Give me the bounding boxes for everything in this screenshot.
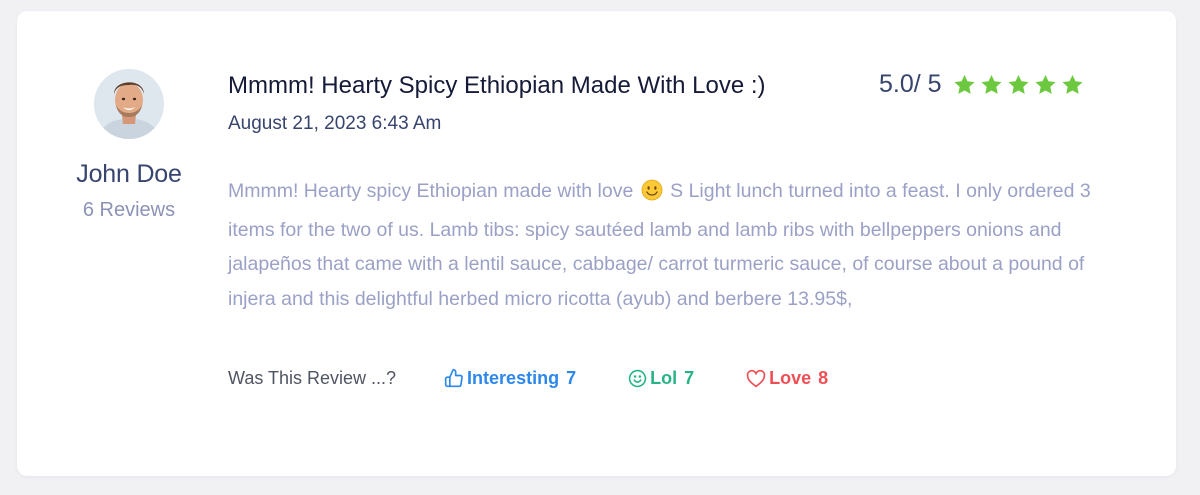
smile-icon <box>628 369 647 387</box>
user-avatar-icon <box>94 69 164 139</box>
review-body: Mmmm! Hearty spicy Ethiopian made with l… <box>228 174 1128 316</box>
smiling-face-emoji-icon <box>641 178 663 213</box>
interesting-count: 7 <box>566 367 577 388</box>
review-title: Mmmm! Hearty Spicy Ethiopian Made With L… <box>228 72 766 99</box>
love-button[interactable]: Love 8 <box>746 368 828 389</box>
review-feedback: Was This Review ...? Interesting 7 Lol 7… <box>228 365 828 391</box>
star-icon <box>1061 74 1084 96</box>
thumbs-up-icon <box>444 368 463 388</box>
lol-button[interactable]: Lol 7 <box>628 368 694 389</box>
review-card: John Doe 6 Reviews Mmmm! Hearty Spicy Et… <box>17 11 1176 476</box>
star-icon <box>1007 74 1030 96</box>
review-author: John Doe 6 Reviews <box>59 69 199 222</box>
star-icon <box>953 74 976 96</box>
review-body-text-start: Mmmm! Hearty spicy Ethiopian made with l… <box>228 180 634 202</box>
review-rating: 5.0/ 5 <box>879 70 1084 99</box>
author-review-count: 6 Reviews <box>82 199 176 221</box>
review-date: August 21, 2023 6:43 Am <box>228 113 442 134</box>
interesting-button[interactable]: Interesting 7 <box>444 368 576 389</box>
lol-label: Lol <box>650 367 678 388</box>
heart-icon <box>746 369 766 387</box>
author-avatar[interactable] <box>94 69 164 139</box>
author-name[interactable]: John Doe <box>59 160 199 189</box>
star-icon <box>980 74 1003 96</box>
feedback-prompt: Was This Review ...? <box>228 367 397 388</box>
love-count: 8 <box>818 367 829 388</box>
love-label: Love <box>769 367 812 388</box>
rating-stars <box>953 74 1084 96</box>
rating-value: 5.0/ 5 <box>879 70 942 98</box>
star-icon <box>1034 74 1057 96</box>
interesting-label: Interesting <box>467 367 560 388</box>
lol-count: 7 <box>684 367 695 388</box>
